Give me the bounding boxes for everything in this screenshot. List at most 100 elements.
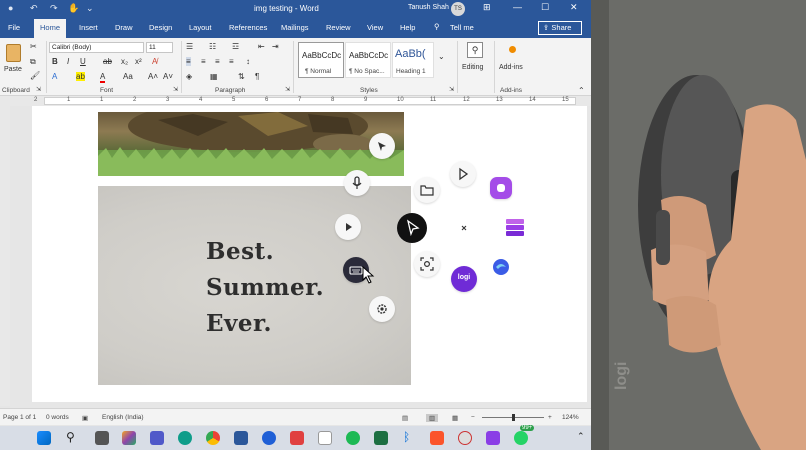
paste-button[interactable]: Paste xyxy=(4,42,24,82)
text-effects-icon[interactable]: A xyxy=(52,72,57,81)
tray-chevron-icon[interactable]: ⌃ xyxy=(577,431,591,445)
cursor-move-button[interactable] xyxy=(369,133,395,159)
chrome-icon[interactable] xyxy=(206,431,220,445)
tab-help[interactable]: Help xyxy=(400,23,415,32)
autosave-icon[interactable]: ● xyxy=(8,3,13,13)
copilot-icon[interactable] xyxy=(122,431,136,445)
styles-more-icon[interactable]: ⌄ xyxy=(438,52,445,61)
user-name[interactable]: Tanush Shah xyxy=(408,4,449,11)
proofing-icon[interactable]: ▣ xyxy=(82,414,88,422)
share-button[interactable]: ⇪ Share xyxy=(538,21,582,35)
style-no-spacing[interactable]: AaBbCcDc ¶ No Spac... xyxy=(345,42,391,78)
purple-app-button[interactable] xyxy=(490,177,512,199)
spotify-icon[interactable] xyxy=(346,431,360,445)
collapse-ribbon-icon[interactable]: ⌃ xyxy=(578,86,585,95)
start-icon[interactable] xyxy=(37,431,51,445)
tab-view[interactable]: View xyxy=(367,23,383,32)
italic-icon[interactable]: I xyxy=(67,57,69,66)
copy-icon[interactable]: ⧉ xyxy=(30,57,36,67)
grow-font-icon[interactable]: A˄ xyxy=(148,72,158,81)
whatsapp-icon[interactable]: 99+ xyxy=(514,425,535,445)
decrease-indent-icon[interactable]: ⇤ xyxy=(258,42,265,51)
borders-icon[interactable]: ▦ xyxy=(210,72,218,81)
styles-dialog-launcher-icon[interactable]: ⇲ xyxy=(449,86,454,93)
tab-insert[interactable]: Insert xyxy=(79,23,98,32)
horizontal-ruler[interactable]: 2 1 1 2 3 4 5 6 7 8 9 10 11 12 13 14 15 xyxy=(0,96,591,106)
font-dialog-launcher-icon[interactable]: ⇲ xyxy=(173,86,178,93)
play-button-top[interactable] xyxy=(450,161,476,187)
play-button-left[interactable] xyxy=(335,214,361,240)
cut-icon[interactable]: ✂ xyxy=(30,42,37,51)
minimize-icon[interactable]: — xyxy=(513,2,522,12)
word-taskbar-icon[interactable] xyxy=(234,431,248,445)
excel-icon[interactable] xyxy=(374,431,388,445)
print-layout-icon[interactable]: ▥ xyxy=(426,414,439,422)
customize-qat-icon[interactable]: ⌄ xyxy=(86,3,94,14)
subscript-icon[interactable]: x₂ xyxy=(121,57,128,66)
ribbon-display-icon[interactable]: ⊞ xyxy=(483,2,491,13)
shrink-font-icon[interactable]: A˅ xyxy=(163,72,173,81)
superscript-icon[interactable]: x² xyxy=(135,57,142,66)
align-center-icon[interactable]: ≡ xyxy=(201,57,206,66)
change-case-icon[interactable]: Aa xyxy=(123,72,133,81)
zoom-level[interactable]: 124% xyxy=(562,414,579,421)
zoom-out-icon[interactable]: − xyxy=(471,414,475,421)
logi-button[interactable]: logi xyxy=(451,266,477,292)
zoom-slider[interactable] xyxy=(482,414,544,421)
sort-icon[interactable]: ⇅ xyxy=(238,72,245,81)
bluetooth-icon[interactable]: ᛒ xyxy=(403,430,417,444)
addins-button[interactable]: Add-ins xyxy=(497,42,529,78)
undo-icon[interactable]: ↶ xyxy=(30,3,38,14)
tab-references[interactable]: References xyxy=(229,23,267,32)
brave-icon[interactable] xyxy=(430,431,444,445)
highlight-icon[interactable]: ab xyxy=(76,72,85,81)
redo-icon[interactable]: ↷ xyxy=(50,3,58,14)
summer-poster-image[interactable]: Best. Summer. Ever. xyxy=(98,186,411,385)
tab-mailings[interactable]: Mailings xyxy=(281,23,309,32)
zoom-slider-thumb[interactable] xyxy=(512,414,515,421)
justify-icon[interactable]: ≡ xyxy=(229,57,234,66)
bullets-icon[interactable]: ☰ xyxy=(186,42,193,51)
close-menu-button[interactable] xyxy=(451,215,477,241)
task-view-icon[interactable] xyxy=(95,431,109,445)
tab-file[interactable]: File xyxy=(8,23,20,32)
bold-icon[interactable]: B xyxy=(52,57,58,66)
teams-icon[interactable] xyxy=(150,431,164,445)
numbering-icon[interactable]: ☷ xyxy=(209,42,216,51)
strikethrough-icon[interactable]: ab xyxy=(103,57,112,66)
stack-taskbar-icon[interactable] xyxy=(486,431,500,445)
font-color-icon[interactable]: A xyxy=(100,72,106,83)
screenshot-button[interactable] xyxy=(414,251,440,277)
tab-design[interactable]: Design xyxy=(149,23,172,32)
search-icon[interactable]: ⚲ xyxy=(66,430,80,444)
user-avatar[interactable]: TS xyxy=(451,2,465,16)
dictation-button[interactable] xyxy=(344,170,370,196)
font-size-select[interactable]: 11 xyxy=(146,42,173,53)
align-left-icon[interactable]: ≡ xyxy=(186,57,191,66)
multilevel-list-icon[interactable]: ☲ xyxy=(232,42,239,51)
editing-button[interactable]: ⚲ Editing xyxy=(462,42,490,78)
line-spacing-icon[interactable]: ↕ xyxy=(246,57,250,66)
format-painter-icon[interactable]: 🖌 xyxy=(30,71,40,80)
zoom-taskbar-icon[interactable] xyxy=(262,431,276,445)
close-window-icon[interactable]: ✕ xyxy=(570,2,578,13)
stack-app-button[interactable] xyxy=(504,215,530,241)
style-normal[interactable]: AaBbCcDc ¶ Normal xyxy=(298,42,344,78)
popcorn-icon[interactable] xyxy=(290,431,304,445)
tell-me-search[interactable]: Tell me xyxy=(450,23,474,32)
tab-draw[interactable]: Draw xyxy=(115,23,133,32)
edge-taskbar-icon[interactable] xyxy=(178,431,192,445)
options-plus-icon[interactable] xyxy=(458,431,472,445)
tab-home[interactable]: Home xyxy=(34,19,67,38)
dialog-launcher-icon[interactable]: ⇲ xyxy=(36,86,41,93)
style-heading-1[interactable]: AaBb( Heading 1 xyxy=(392,42,434,78)
wikipedia-icon[interactable] xyxy=(318,431,332,445)
page-count[interactable]: Page 1 of 1 xyxy=(3,414,36,421)
language[interactable]: English (India) xyxy=(102,414,144,421)
touch-mode-icon[interactable]: ✋ xyxy=(68,3,79,14)
clear-formatting-icon[interactable]: A̸ xyxy=(152,57,157,66)
radial-center-button[interactable] xyxy=(397,213,427,243)
web-layout-icon[interactable]: ▦ xyxy=(452,414,458,422)
paragraph-dialog-launcher-icon[interactable]: ⇲ xyxy=(285,86,290,93)
increase-indent-icon[interactable]: ⇥ xyxy=(272,42,279,51)
